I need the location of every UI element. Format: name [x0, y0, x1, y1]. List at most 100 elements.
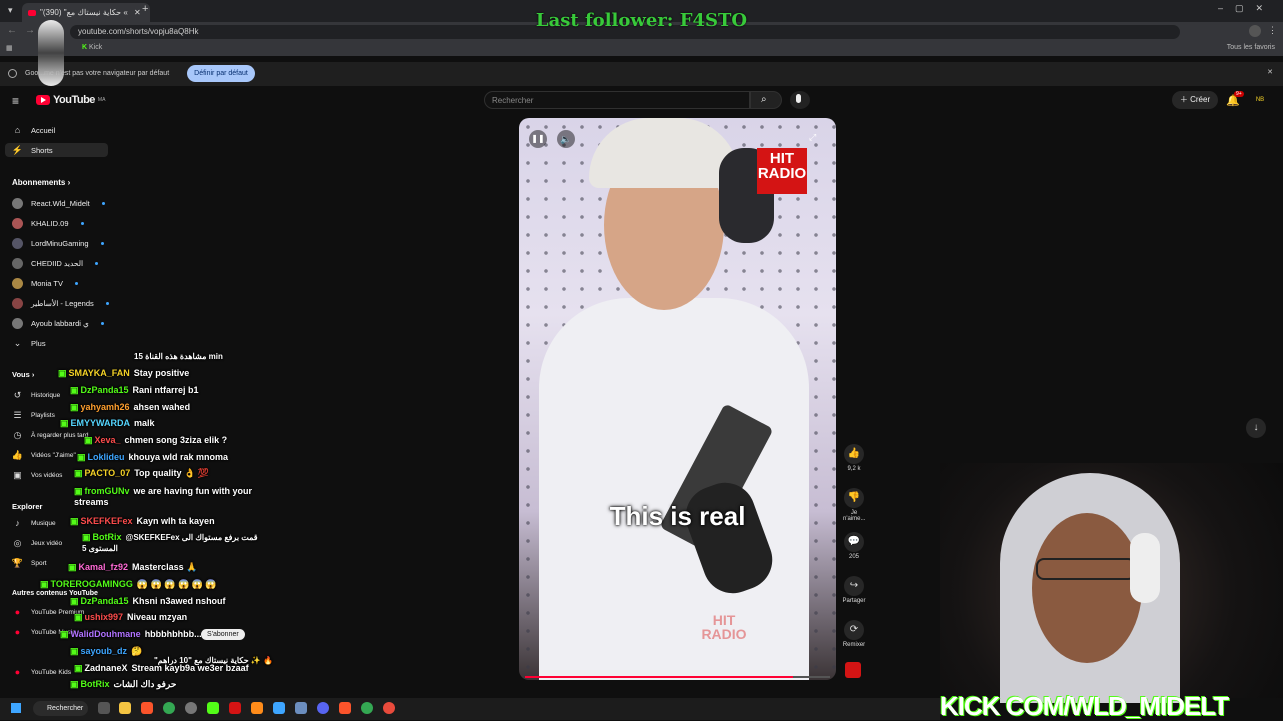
chat-message: ▣ BotRix @SKEFKEFex قمت برفع مستواك الى ال…	[82, 532, 258, 553]
sidebar-item-watch-later[interactable]: ◷ À regarder plus tard	[12, 428, 89, 442]
search-input[interactable]: Rechercher	[484, 91, 750, 109]
chat-message: ▣ fromGUNv we are having fun with your str…	[74, 486, 253, 507]
bookmark-kick[interactable]: K Kick	[82, 44, 102, 51]
sidebar-item-gaming[interactable]: ◎ Jeux vidéo	[12, 536, 63, 550]
live-dot	[100, 241, 104, 245]
volume-button[interactable]: 🔈	[557, 130, 575, 148]
window-controls[interactable]: –▢✕	[1218, 3, 1275, 14]
windows-start-icon[interactable]	[11, 703, 21, 713]
like-button[interactable]: 👍 9,2 k	[843, 444, 865, 472]
app-icon[interactable]	[251, 702, 263, 714]
taskbar-search[interactable]: Rechercher	[33, 701, 88, 716]
app-icon[interactable]	[229, 702, 241, 714]
subscription-item[interactable]: الأساطير - Legends	[12, 296, 109, 310]
apps-grid-icon[interactable]: ▦	[6, 44, 13, 52]
back-icon[interactable]: ←	[7, 25, 17, 36]
chrome-taskbar-icon[interactable]	[163, 702, 175, 714]
history-icon: ↺	[13, 389, 22, 400]
file-explorer-icon[interactable]	[119, 702, 131, 714]
subscriptions-heading[interactable]: Abonnements ›	[12, 178, 70, 187]
close-tab-icon[interactable]: ✕	[134, 8, 141, 17]
remix-button[interactable]: ⟳ Remixer	[841, 620, 867, 648]
sidebar-item-playlists[interactable]: ☰ Playlists	[12, 408, 54, 422]
forward-icon[interactable]: →	[25, 25, 35, 36]
video-progress-fill	[525, 676, 794, 678]
video-icon: ▣	[13, 469, 22, 480]
sidebar-item-music[interactable]: ♪ Musique	[12, 516, 55, 530]
dislike-button[interactable]: 👎 Je n'aime...	[843, 488, 866, 522]
subscription-item[interactable]: KHALID.09	[12, 216, 84, 230]
webcam-glasses	[1036, 558, 1136, 580]
app-icon[interactable]	[361, 702, 373, 714]
profile-icon[interactable]	[1249, 25, 1261, 37]
sidebar-item-your-videos[interactable]: ▣ Vos vidéos	[12, 468, 62, 482]
sidebar-item-liked[interactable]: 👍 Vidéos "J'aime"	[12, 448, 76, 462]
shorts-video-player[interactable]: HIT RADIO HIT RADIO ❚❚ 🔈 ⤢ This is real	[519, 118, 836, 680]
you-heading[interactable]: Vous ›	[12, 370, 34, 379]
app-icon[interactable]	[185, 702, 197, 714]
kick-badge-icon: ▣	[58, 368, 67, 378]
clock-icon: ◷	[13, 429, 22, 440]
kick-badge-icon: ▣	[77, 452, 86, 462]
window-menu-icon[interactable]: ▾	[8, 5, 20, 17]
kick-badge-icon: ▣	[70, 679, 79, 689]
sidebar-item-home[interactable]: ⌂ Accueil	[12, 123, 55, 137]
hit-radio-watermark: HIT RADIO	[701, 612, 747, 642]
all-bookmarks-link[interactable]: Tous les favoris	[1227, 44, 1275, 51]
chat-message: مشاهدة هذه القناة 15 min	[134, 352, 223, 361]
pause-button[interactable]: ❚❚	[529, 130, 547, 148]
next-video-icon[interactable]: ↓	[1246, 418, 1266, 438]
chat-message: ▣ Xeva_ chmen song 3ziza elik ?	[84, 435, 228, 445]
subscription-item[interactable]: CHEDIID الحديد	[12, 256, 99, 270]
sidebar-item-kids[interactable]: ● YouTube Kids	[12, 665, 71, 679]
sidebar-item-sports[interactable]: 🏆 Sport	[12, 556, 47, 570]
chat-message: ▣ SMAYKA_FAN Stay positive	[58, 368, 190, 378]
account-avatar[interactable]: NB	[1252, 94, 1268, 106]
youtube-logo[interactable]: YouTube MA	[36, 94, 105, 106]
video-person-body	[539, 298, 809, 680]
app-icon[interactable]	[273, 702, 285, 714]
hamburger-menu-icon[interactable]: ≡	[12, 94, 19, 108]
subscription-item[interactable]: LordMinuGaming	[12, 236, 104, 250]
comment-icon: 💬	[844, 532, 864, 552]
browser-menu-icon[interactable]: ⋮	[1268, 25, 1277, 36]
app-icon[interactable]	[317, 702, 329, 714]
comments-button[interactable]: 💬 205	[843, 532, 865, 560]
kick-badge-icon: ▣	[84, 435, 93, 445]
channel-thumbnail[interactable]	[845, 662, 861, 678]
infobar-close-icon[interactable]: ✕	[1267, 68, 1273, 76]
brave-icon[interactable]	[141, 702, 153, 714]
chat-message: ▣ EMYYWARDA malk	[60, 418, 155, 428]
thumbs-down-icon: 👎	[844, 488, 864, 508]
task-view-icon[interactable]	[98, 702, 110, 714]
sidebar-item-shorts[interactable]: ⚡ Shorts	[5, 143, 108, 157]
kick-badge-icon: ▣	[70, 516, 79, 526]
chevron-down-icon: ⌄	[13, 337, 22, 348]
sidebar-more[interactable]: ⌄ Plus	[12, 336, 46, 350]
app-icon[interactable]	[295, 702, 307, 714]
channel-avatar	[12, 217, 23, 229]
sidebar-item-history[interactable]: ↺ Historique	[12, 388, 61, 402]
kick-badge-icon: ▣	[70, 385, 79, 395]
set-default-button[interactable]: Définir par défaut	[187, 65, 255, 82]
browser-tab-active[interactable]: "حكاية نيستاك مع" (390) « ✕	[22, 3, 150, 22]
subscription-item[interactable]: React.Wld_Midelt	[12, 196, 105, 210]
live-dot	[74, 281, 78, 285]
share-button[interactable]: ↪ Partager	[841, 576, 867, 604]
subscribe-chip[interactable]: S'abonner	[201, 629, 245, 640]
create-button[interactable]: ＋ Créer	[1172, 91, 1218, 109]
new-tab-button[interactable]: +	[142, 3, 148, 15]
search-icon: ⌕	[761, 94, 767, 105]
subscription-item[interactable]: Ayoub labbardi ي	[12, 316, 104, 330]
app-icon[interactable]	[383, 702, 395, 714]
kick-channel-banner: KICK COM/WLD_MIDELT	[940, 691, 1229, 721]
kick-badge-icon: ▣	[40, 579, 49, 589]
search-button[interactable]: ⌕	[750, 91, 782, 109]
subscription-item[interactable]: Monia TV	[12, 276, 78, 290]
app-icon[interactable]	[207, 702, 219, 714]
kick-badge-icon: ▣	[68, 562, 77, 572]
app-icon[interactable]	[339, 702, 351, 714]
fullscreen-icon[interactable]: ⤢	[809, 132, 816, 143]
voice-search-button[interactable]	[790, 91, 810, 109]
youtube-music-icon: ●	[14, 627, 21, 637]
